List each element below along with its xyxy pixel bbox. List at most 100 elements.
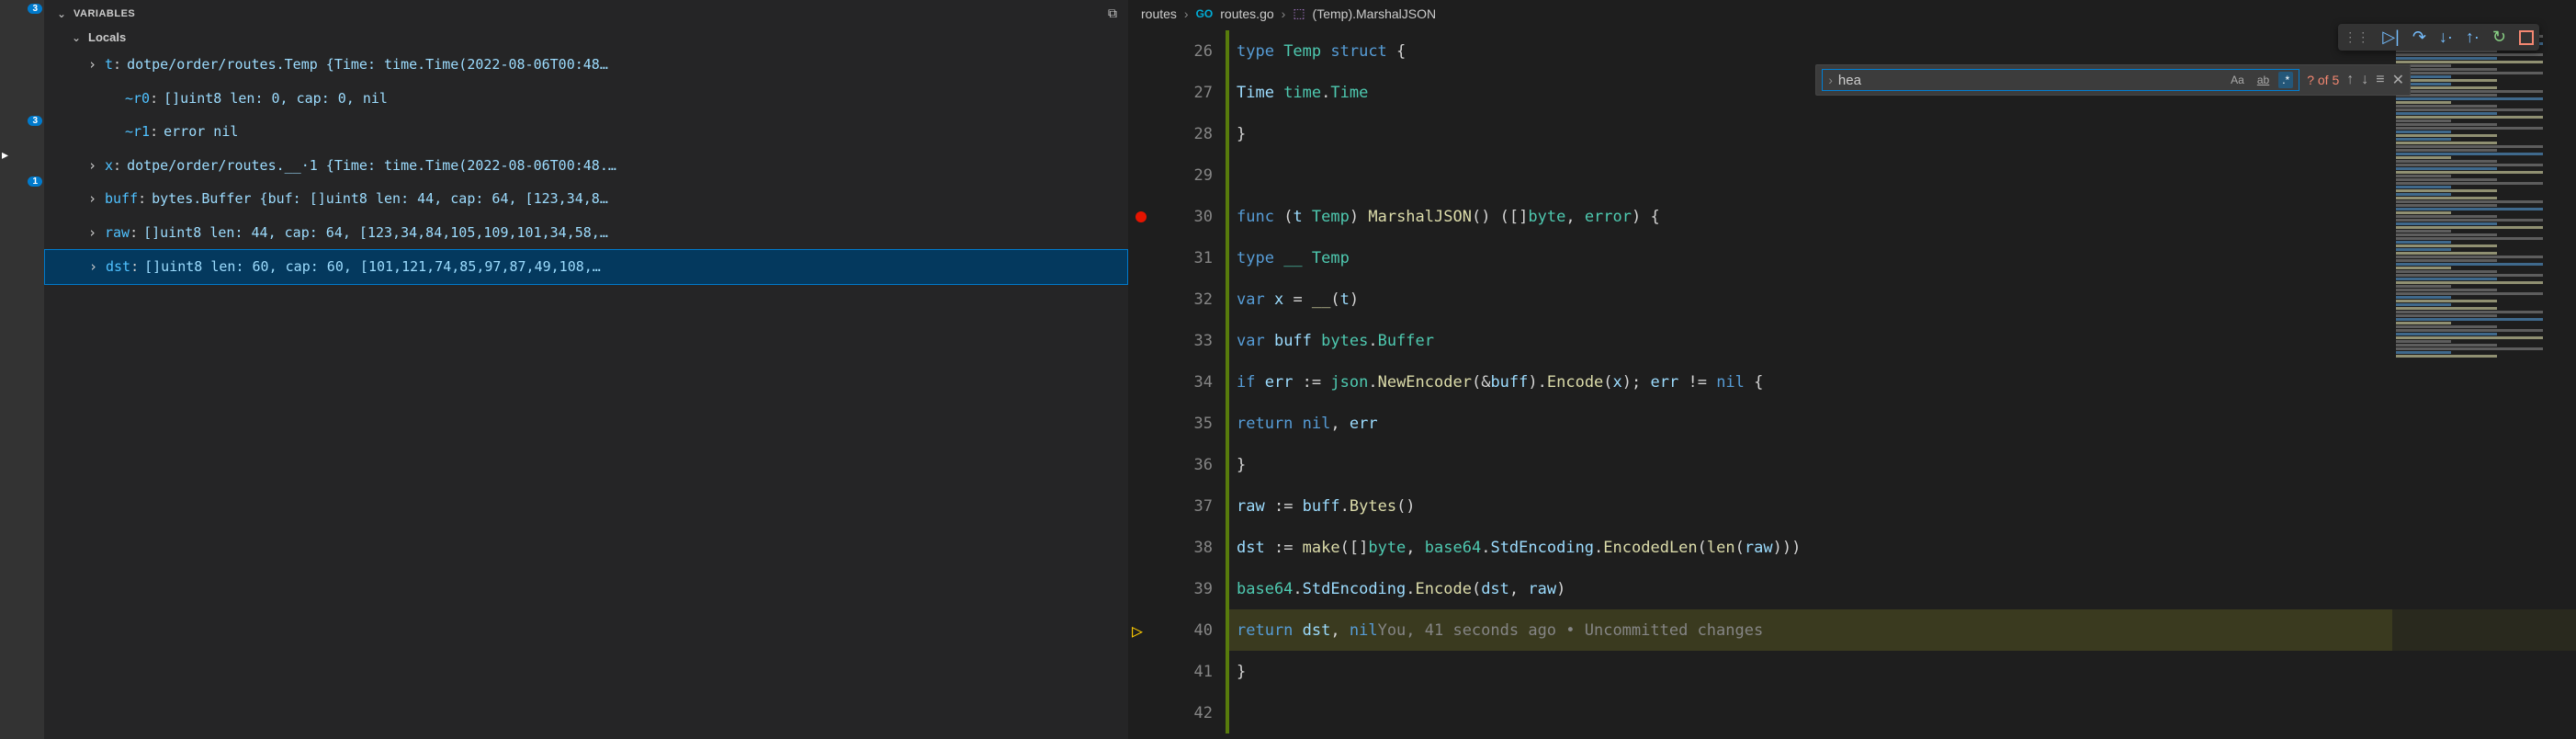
code-line[interactable]: return nil, err [1229, 403, 2576, 444]
code-line[interactable]: base64.StdEncoding.Encode(dst, raw) [1229, 568, 2576, 609]
match-whole-word-button[interactable]: ab [2254, 72, 2273, 88]
gutter-line[interactable]: 27 [1128, 72, 1229, 113]
drag-handle-icon[interactable]: ⋮⋮ [2344, 29, 2369, 45]
code-content[interactable]: type Temp struct { Time time.Time}func (… [1229, 27, 2576, 739]
activity-badge: 3 [28, 4, 42, 14]
locals-header[interactable]: ⌄ Locals [44, 27, 1128, 48]
gutter-line[interactable]: 32 [1128, 279, 1229, 320]
line-number: 34 [1194, 373, 1213, 392]
line-number: 40 [1194, 621, 1213, 640]
gutter-line[interactable]: 34 [1128, 361, 1229, 403]
step-over-button[interactable]: ↷ [2412, 28, 2426, 47]
stop-button[interactable] [2519, 30, 2534, 45]
restart-button[interactable]: ↻ [2492, 28, 2506, 47]
code-line[interactable]: if err := json.NewEncoder(&buff).Encode(… [1229, 361, 2576, 403]
gutter-line[interactable]: 42 [1128, 692, 1229, 733]
find-prev-button[interactable]: ↑ [2346, 72, 2354, 88]
chevron-right-icon: › [1184, 6, 1189, 21]
find-input[interactable]: › hea Aa ab .* [1822, 69, 2299, 91]
variables-section-header[interactable]: ⌄ Variables ⧉ [44, 0, 1128, 27]
variable-row[interactable]: ›raw:[]uint8 len: 44, cap: 64, [123,34,8… [44, 216, 1128, 250]
gutter-line[interactable]: 41 [1128, 651, 1229, 692]
gutter-line[interactable]: 39 [1128, 568, 1229, 609]
step-out-button[interactable]: ↑· [2466, 28, 2480, 47]
match-case-button[interactable]: Aa [2227, 72, 2248, 88]
line-gutter[interactable]: 26 27 28 29 30 31 32 33 34 35 36 37 38 39 ▷40 41 42 [1128, 27, 1229, 739]
line-number: 32 [1194, 290, 1213, 309]
find-close-button[interactable]: ✕ [2392, 71, 2404, 89]
code-line[interactable]: } [1229, 651, 2576, 692]
find-selection-button[interactable]: ≡ [2376, 72, 2384, 88]
variable-row[interactable]: ›x:dotpe/order/routes.__·1 {Time: time.T… [44, 149, 1128, 183]
code-area: 26 27 28 29 30 31 32 33 34 35 36 37 38 39 ▷40 41 42 type… [1128, 27, 2576, 739]
find-result-count: ? of 5 [2307, 73, 2339, 87]
line-number: 42 [1194, 704, 1213, 722]
method-icon: ⬚ [1293, 6, 1305, 21]
code-line[interactable] [1229, 154, 2576, 196]
gutter-line[interactable]: 37 [1128, 485, 1229, 527]
gutter-line[interactable]: 29 [1128, 154, 1229, 196]
variable-row[interactable]: ~r1:error nil [44, 115, 1128, 149]
chevron-right-icon: › [1828, 73, 1833, 87]
debug-toolbar[interactable]: ⋮⋮ ▷| ↷ ↓· ↑· ↻ [2338, 24, 2539, 51]
code-line[interactable]: type __ Temp [1229, 237, 2576, 279]
find-widget[interactable]: › hea Aa ab .* ? of 5 ↑ ↓ ≡ ✕ [1815, 64, 2411, 96]
go-file-icon: GO [1196, 7, 1214, 20]
variable-row[interactable]: ~r0:[]uint8 len: 0, cap: 0, nil [44, 82, 1128, 116]
variable-row[interactable]: ›buff:bytes.Buffer {buf: []uint8 len: 44… [44, 182, 1128, 216]
gutter-line[interactable]: 28 [1128, 113, 1229, 154]
code-line[interactable]: return dst, nil You, 41 seconds ago • Un… [1229, 609, 2576, 651]
line-number: 30 [1194, 208, 1213, 226]
gutter-line[interactable]: ▷40 [1128, 609, 1229, 651]
code-line[interactable]: var x = __(t) [1229, 279, 2576, 320]
breadcrumb[interactable]: routes › GO routes.go › ⬚ (Temp).Marshal… [1128, 0, 2576, 27]
code-line[interactable]: } [1229, 113, 2576, 154]
line-number: 28 [1194, 125, 1213, 143]
line-number: 41 [1194, 663, 1213, 681]
variable-row[interactable]: ›t:dotpe/order/routes.Temp {Time: time.T… [44, 48, 1128, 82]
activity-bar: 3 3 ▸ 1 [0, 0, 44, 739]
code-line[interactable]: } [1229, 444, 2576, 485]
regex-button[interactable]: .* [2278, 72, 2293, 88]
line-number: 39 [1194, 580, 1213, 598]
collapse-all-icon[interactable]: ⧉ [1108, 6, 1117, 21]
line-number: 38 [1194, 539, 1213, 557]
line-number: 26 [1194, 42, 1213, 61]
code-line[interactable] [1229, 692, 2576, 733]
code-line[interactable]: func (t Temp) MarshalJSON() ([]byte, err… [1229, 196, 2576, 237]
chevron-right-icon: › [1282, 6, 1286, 21]
find-text[interactable]: hea [1838, 73, 2221, 88]
activity-badge: 3 [28, 116, 42, 126]
gutter-line[interactable]: 26 [1128, 30, 1229, 72]
breadcrumb-file[interactable]: routes.go [1220, 6, 1273, 21]
code-line[interactable]: dst := make([]byte, base64.StdEncoding.E… [1229, 527, 2576, 568]
gutter-line[interactable]: 31 [1128, 237, 1229, 279]
code-line[interactable]: var buff bytes.Buffer [1229, 320, 2576, 361]
breakpoint-icon[interactable] [1135, 211, 1147, 222]
chevron-down-icon: ⌄ [55, 7, 68, 20]
step-into-button[interactable]: ↓· [2439, 28, 2453, 47]
activity-badge: 1 [28, 176, 42, 187]
gutter-line[interactable]: 38 [1128, 527, 1229, 568]
variables-title: Variables [73, 8, 135, 19]
line-number: 27 [1194, 84, 1213, 102]
variable-row[interactable]: ›dst:[]uint8 len: 60, cap: 60, [101,121,… [44, 249, 1128, 285]
locals-title: Locals [88, 30, 126, 44]
gutter-line[interactable]: 30 [1128, 196, 1229, 237]
line-number: 33 [1194, 332, 1213, 350]
variables-list: ›t:dotpe/order/routes.Temp {Time: time.T… [44, 48, 1128, 285]
gutter-line[interactable]: 35 [1128, 403, 1229, 444]
code-lens: You, 41 seconds ago • Uncommitted change… [1378, 621, 1764, 640]
line-number: 36 [1194, 456, 1213, 474]
line-number: 31 [1194, 249, 1213, 267]
breadcrumb-folder[interactable]: routes [1141, 6, 1177, 21]
editor-area: routes › GO routes.go › ⬚ (Temp).Marshal… [1128, 0, 2576, 739]
breadcrumb-symbol[interactable]: (Temp).MarshalJSON [1313, 6, 1437, 21]
code-line[interactable]: raw := buff.Bytes() [1229, 485, 2576, 527]
minimap[interactable] [2392, 27, 2576, 739]
debug-sidebar: ⌄ Variables ⧉ ⌄ Locals ›t:dotpe/order/ro… [44, 0, 1128, 739]
gutter-line[interactable]: 33 [1128, 320, 1229, 361]
continue-button[interactable]: ▷| [2382, 28, 2400, 47]
find-next-button[interactable]: ↓ [2361, 72, 2368, 88]
gutter-line[interactable]: 36 [1128, 444, 1229, 485]
